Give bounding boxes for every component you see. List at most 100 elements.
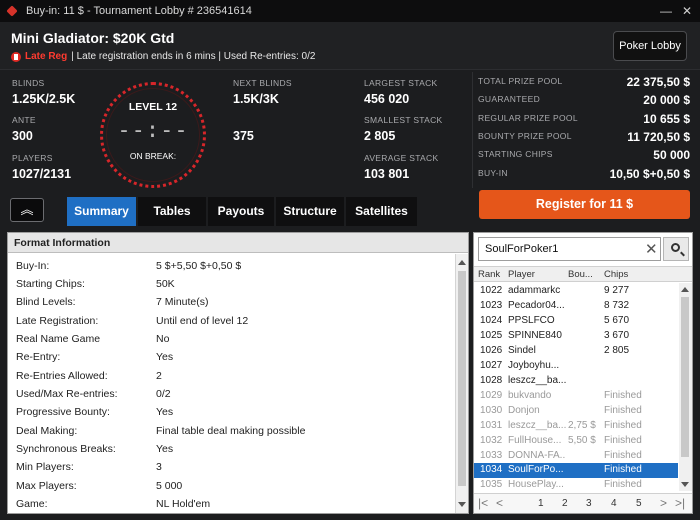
stats-divider — [472, 72, 473, 188]
window-title: Buy-in: 11 $ - Tournament Lobby # 236541… — [26, 5, 252, 17]
format-row: Buy-In: 5 $+5,50 $+0,50 $ — [8, 257, 454, 275]
player-row[interactable]: 1032 FullHouse... 5,50 $ Finished — [474, 434, 678, 449]
player-row[interactable]: 1022 adammarkc 9 277 — [474, 284, 678, 299]
page-5-button[interactable]: 5 — [636, 498, 642, 509]
player-chips: Finished — [604, 420, 642, 431]
tab-tables[interactable]: Tables — [138, 197, 206, 226]
format-key: Synchronous Breaks: — [16, 443, 116, 455]
tab-summary[interactable]: Summary — [67, 197, 136, 226]
search-icon — [671, 243, 680, 252]
scroll-thumb[interactable] — [458, 271, 466, 486]
players-scrollbar[interactable] — [679, 283, 692, 491]
close-button[interactable]: ✕ — [679, 3, 695, 19]
page-3-button[interactable]: 3 — [586, 498, 592, 509]
format-row: Min Players: 3 — [8, 458, 454, 476]
player-chips: Finished — [604, 479, 642, 490]
format-value: NL Hold'em — [156, 498, 211, 510]
largest-stack-label: LARGEST STACK — [364, 78, 438, 88]
player-rank: 1022 — [480, 285, 503, 296]
format-value: No — [156, 333, 170, 345]
search-button[interactable] — [663, 237, 689, 261]
player-row-selected[interactable]: 1034 SoulForPo... Finished — [474, 463, 678, 478]
smallest-stack-value: 2 805 — [364, 129, 396, 143]
player-row[interactable]: 1027 Joyboyhu... — [474, 359, 678, 374]
players-value: 1027/2131 — [12, 167, 72, 181]
title-bar: Buy-in: 11 $ - Tournament Lobby # 236541… — [0, 0, 700, 22]
page-2-button[interactable]: 2 — [562, 498, 568, 509]
prev-page-button[interactable]: < — [496, 496, 503, 510]
scroll-down-icon[interactable] — [458, 502, 466, 507]
format-key: Progressive Bounty: — [16, 406, 110, 418]
format-scrollbar[interactable] — [455, 254, 468, 513]
player-name: leszcz__ba... — [508, 420, 566, 431]
player-row[interactable]: 1029 bukvando Finished — [474, 389, 678, 404]
player-row[interactable]: 1026 Sindel 2 805 — [474, 344, 678, 359]
player-rank: 1027 — [480, 360, 503, 371]
prize-label: BOUNTY PRIZE POOL — [478, 131, 572, 141]
tab-payouts[interactable]: Payouts — [208, 197, 274, 226]
player-rank: 1034 — [480, 464, 503, 475]
last-page-button[interactable]: >| — [675, 496, 685, 510]
column-chips[interactable]: Chips — [604, 269, 628, 280]
player-row[interactable]: 1030 Donjon Finished — [474, 404, 678, 419]
player-name: leszcz__ba... — [508, 375, 566, 386]
largest-stack-value: 456 020 — [364, 92, 410, 106]
player-chips: 8 732 — [604, 300, 630, 311]
next-blinds-label: NEXT BLINDS — [233, 78, 292, 88]
column-bounty[interactable]: Bou... — [568, 269, 593, 280]
player-row[interactable]: 1028 leszcz__ba... — [474, 374, 678, 389]
column-player[interactable]: Player — [508, 269, 535, 280]
player-chips: Finished — [604, 464, 642, 475]
player-row[interactable]: 1033 DONNA-FA... Finished — [474, 449, 678, 464]
player-bounty: 5,50 $ — [568, 435, 596, 446]
page-1-button[interactable]: 1 — [538, 498, 544, 509]
register-button[interactable]: Register for 11 $ — [479, 190, 690, 219]
scroll-up-icon[interactable] — [681, 287, 689, 292]
player-row[interactable]: 1035 HousePlay... Finished — [474, 478, 678, 493]
format-key: Deal Making: — [16, 425, 78, 437]
page-4-button[interactable]: 4 — [611, 498, 617, 509]
poker-lobby-button[interactable]: Poker Lobby — [613, 31, 687, 61]
player-row[interactable]: 1025 SPINNE840 3 670 — [474, 329, 678, 344]
collapse-button[interactable]: ︽ — [10, 198, 44, 222]
tab-satellites[interactable]: Satellites — [346, 197, 417, 226]
scroll-up-icon[interactable] — [458, 260, 466, 265]
scroll-thumb[interactable] — [681, 297, 689, 457]
format-row: Blind Levels: 7 Minute(s) — [8, 293, 454, 311]
player-bounty: 2,75 $ — [568, 420, 596, 431]
player-row[interactable]: 1031 leszcz__ba... 2,75 $ Finished — [474, 419, 678, 434]
late-reg-label: Late Reg — [25, 51, 68, 62]
prize-label: GUARANTEED — [478, 94, 541, 104]
ante-label: ANTE — [12, 115, 36, 125]
blinds-value: 1.25K/2.5K — [12, 92, 76, 106]
clear-icon[interactable]: ✕ — [645, 240, 658, 258]
clock-time: --:-- — [117, 118, 189, 143]
next-ante-value: 375 — [233, 129, 254, 143]
player-row[interactable]: 1023 Pecador04... 8 732 — [474, 299, 678, 314]
next-page-button[interactable]: > — [660, 496, 667, 510]
tab-structure[interactable]: Structure — [276, 197, 344, 226]
minimize-button[interactable]: — — [658, 3, 674, 19]
scroll-down-icon[interactable] — [681, 482, 689, 487]
players-label: PLAYERS — [12, 153, 53, 163]
format-key: Re-Entries Allowed: — [16, 370, 108, 382]
format-value: Yes — [156, 406, 174, 418]
search-value: SoulForPoker1 — [485, 243, 559, 255]
format-key: Late Registration: — [16, 315, 99, 327]
format-key: Real Name Game — [16, 333, 101, 345]
player-search-input[interactable]: SoulForPoker1 ✕ — [478, 237, 661, 261]
format-row: Starting Chips: 50K — [8, 275, 454, 293]
prize-label: BUY-IN — [478, 168, 508, 178]
format-key: Buy-In: — [16, 260, 50, 272]
format-key: Blind Levels: — [16, 296, 76, 308]
format-value: Final table deal making possible — [156, 425, 306, 437]
format-value: 5 000 — [156, 480, 183, 492]
format-key: Starting Chips: — [16, 278, 85, 290]
player-name: bukvando — [508, 390, 552, 401]
first-page-button[interactable]: |< — [478, 496, 488, 510]
players-panel: SoulForPoker1 ✕ Rank Player Bou... Chips… — [473, 232, 693, 514]
player-chips: Finished — [604, 405, 642, 416]
prize-label: TOTAL PRIZE POOL — [478, 76, 563, 86]
player-row[interactable]: 1024 PPSLFCO 5 670 — [474, 314, 678, 329]
column-rank[interactable]: Rank — [478, 269, 500, 280]
